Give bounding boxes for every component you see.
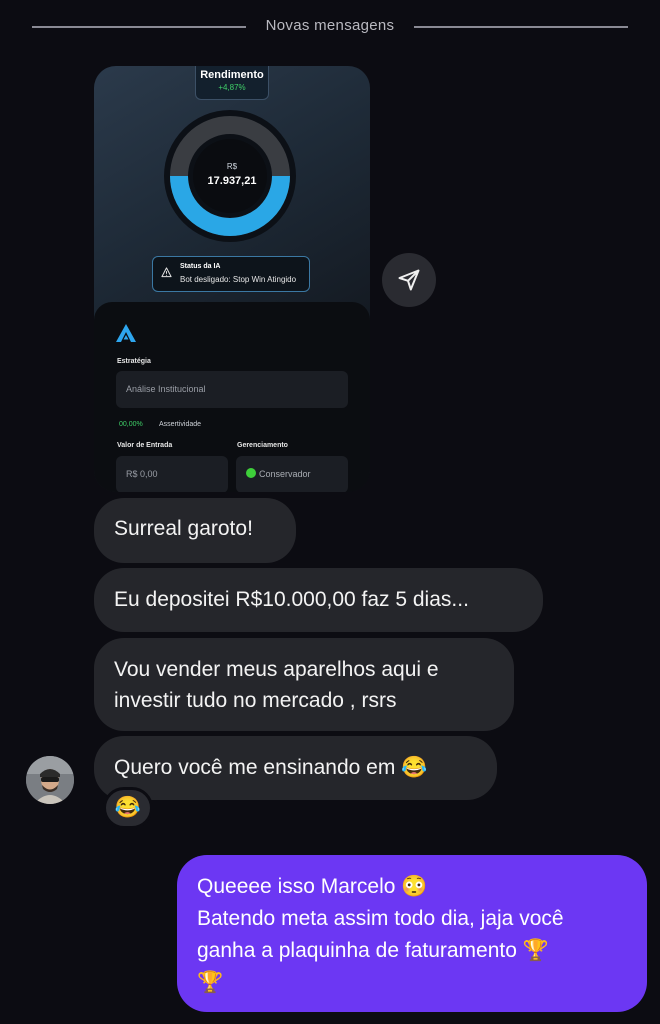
ai-status-text: Bot desligado: Stop Win Atingido: [180, 275, 297, 284]
message-text: Surreal garoto!: [114, 517, 253, 540]
strategy-panel: Estratégia Análise Institucional 00,00% …: [94, 302, 370, 492]
warning-icon: [161, 267, 172, 278]
currency-label: R$: [226, 162, 238, 171]
message-bubble[interactable]: Surreal garoto!: [94, 498, 296, 563]
rendimento-box: Rendimento +4,87%: [195, 66, 269, 100]
avatar[interactable]: [26, 756, 74, 804]
send-icon: [398, 269, 420, 291]
balance-amount: 17.937,21: [207, 175, 257, 187]
ai-status-title: Status da IA: [180, 263, 221, 270]
gerenciamento-label: Gerenciamento: [237, 442, 288, 449]
sent-message-bubble[interactable]: Queeee isso Marcelo 😳 Batendo meta assim…: [177, 855, 647, 1012]
new-messages-divider: Novas mensagens: [32, 16, 628, 36]
avatar-image: [26, 756, 74, 804]
estrategia-field[interactable]: Análise Institucional: [116, 371, 348, 408]
message-text-line: investir tudo no mercado , rsrs: [114, 689, 397, 712]
sent-text-line: 🏆: [197, 971, 224, 994]
gerenciamento-select[interactable]: Conservador: [236, 456, 348, 492]
divider-line-right: [414, 26, 628, 28]
sent-text-line: Queeee isso Marcelo 😳: [197, 875, 428, 898]
app-logo-icon: [116, 324, 136, 342]
rendimento-title: Rendimento: [200, 69, 264, 81]
message-bubble[interactable]: Quero você me ensinando em 😂: [94, 736, 497, 800]
estrategia-label: Estratégia: [117, 358, 151, 365]
sent-text-line: Batendo meta assim todo dia, jaja você: [197, 907, 564, 930]
ai-status-box: Status da IA Bot desligado: Stop Win Ati…: [152, 256, 310, 292]
assertividade-pct: 00,00%: [119, 421, 143, 428]
share-button[interactable]: [382, 253, 436, 307]
message-text: Eu depositei R$10.000,00 faz 5 dias...: [114, 588, 469, 611]
message-text: Quero você me ensinando em 😂: [114, 756, 428, 779]
gerenciamento-value: Conservador: [259, 469, 311, 479]
sent-text-line: ganha a plaquinha de faturamento 🏆: [197, 939, 549, 962]
assertividade-label: Assertividade: [159, 421, 202, 428]
shared-image[interactable]: Rendimento +4,87% R$ 17.937,21 Status da…: [94, 66, 370, 492]
message-bubble[interactable]: Vou vender meus aparelhos aqui e investi…: [94, 638, 514, 731]
entrada-label: Valor de Entrada: [117, 442, 173, 449]
entrada-field[interactable]: R$ 0,00: [116, 456, 228, 492]
message-text-line: Vou vender meus aparelhos aqui e: [114, 658, 439, 681]
message-reaction[interactable]: 😂: [103, 787, 153, 829]
rendimento-pct: +4,87%: [218, 83, 246, 92]
message-bubble[interactable]: Eu depositei R$10.000,00 faz 5 dias...: [94, 568, 543, 632]
green-status-dot: [246, 468, 256, 478]
